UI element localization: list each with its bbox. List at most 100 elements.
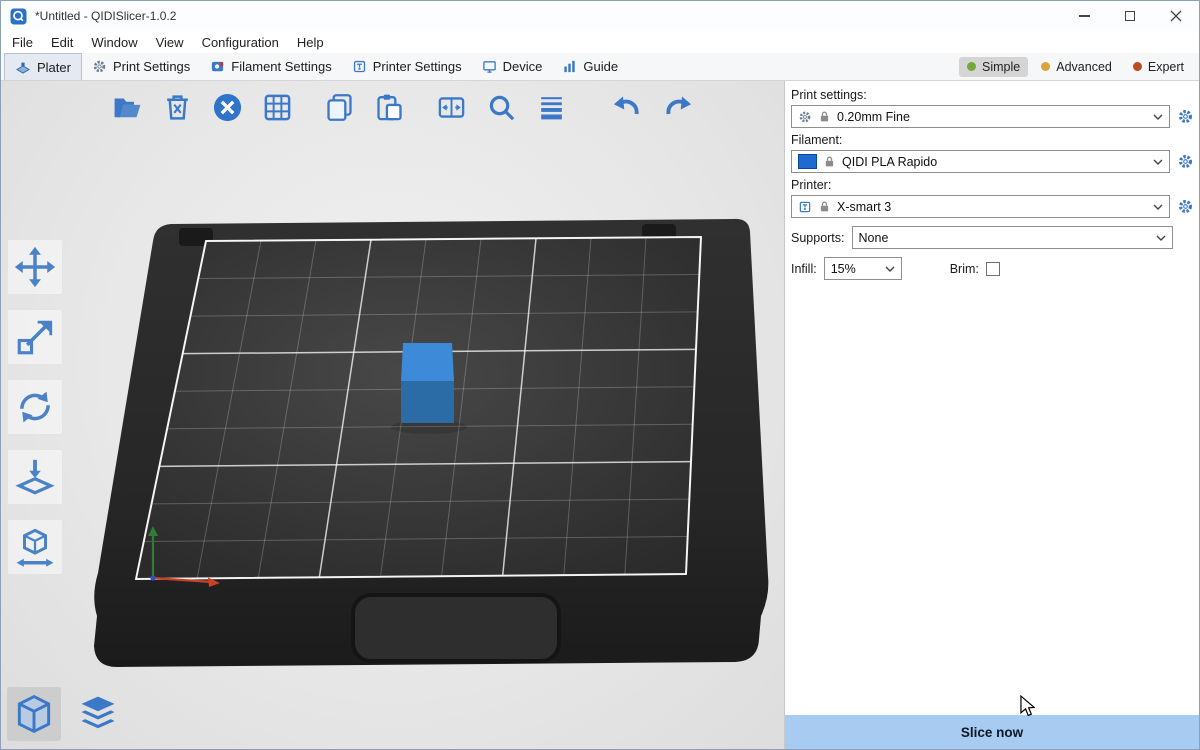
place-on-face-button[interactable]: [7, 449, 63, 505]
mode-label: Expert: [1148, 60, 1184, 74]
preview-view-button[interactable]: [71, 687, 125, 741]
menu-file[interactable]: File: [3, 35, 42, 50]
filament-color-swatch: [798, 154, 817, 169]
bed-scene[interactable]: [1, 81, 784, 749]
device-monitor-icon: [482, 59, 497, 74]
maximize-button[interactable]: [1107, 1, 1153, 31]
main-area: Print settings: 0.20mm Fine Filament:: [1, 81, 1199, 749]
tab-guide[interactable]: Guide: [552, 53, 628, 80]
gear-icon: [92, 59, 107, 74]
scale-button[interactable]: [7, 309, 63, 365]
brim-label: Brim:: [950, 262, 979, 276]
top-toolbar: [107, 87, 697, 127]
minimize-icon: [1079, 15, 1090, 16]
mode-simple[interactable]: Simple: [959, 57, 1028, 77]
filament-label: Filament:: [791, 133, 1195, 147]
delete-trash-icon: [162, 92, 193, 123]
menu-configuration[interactable]: Configuration: [193, 35, 288, 50]
lock-icon: [818, 110, 831, 123]
gear-icon: [1177, 198, 1194, 215]
menu-edit[interactable]: Edit: [42, 35, 82, 50]
split-icon: [436, 92, 467, 123]
lock-icon: [823, 155, 836, 168]
menu-bar: File Edit Window View Configuration Help: [1, 31, 1199, 53]
chevron-down-icon: [885, 266, 895, 272]
chevron-down-icon: [1153, 159, 1163, 165]
infill-combo[interactable]: 15%: [824, 257, 902, 280]
height-range-icon: [14, 526, 56, 568]
chevron-down-icon: [1153, 114, 1163, 120]
tab-label: Printer Settings: [373, 59, 462, 74]
print-settings-combo[interactable]: 0.20mm Fine: [791, 105, 1170, 128]
tab-label: Guide: [583, 59, 618, 74]
move-button[interactable]: [7, 239, 63, 295]
printer-icon: [352, 59, 367, 74]
scale-icon: [14, 316, 56, 358]
undo-button[interactable]: [607, 87, 647, 127]
arrange-button[interactable]: [257, 87, 297, 127]
split-button[interactable]: [431, 87, 471, 127]
filament-gear-button[interactable]: [1175, 152, 1195, 172]
menu-window[interactable]: Window: [82, 35, 146, 50]
redo-button[interactable]: [657, 87, 697, 127]
left-toolbar: [7, 239, 63, 575]
tab-label: Plater: [37, 60, 71, 75]
variable-layer-height-button[interactable]: [531, 87, 571, 127]
mode-advanced[interactable]: Advanced: [1033, 57, 1120, 77]
close-button[interactable]: [1153, 1, 1199, 31]
printer-gear-button[interactable]: [1175, 197, 1195, 217]
tab-bar: Plater Print Settings Filament Settings …: [1, 53, 1199, 81]
copy-button[interactable]: [319, 87, 359, 127]
tab-plater[interactable]: Plater: [4, 53, 82, 80]
move-icon: [14, 246, 56, 288]
mode-label: Simple: [982, 60, 1020, 74]
tab-printer-settings[interactable]: Printer Settings: [342, 53, 472, 80]
viewport-3d[interactable]: [1, 81, 784, 749]
menu-view[interactable]: View: [147, 35, 193, 50]
tab-print-settings[interactable]: Print Settings: [82, 53, 200, 80]
printer-combo[interactable]: X-smart 3: [791, 195, 1170, 218]
open-button[interactable]: [107, 87, 147, 127]
rotate-button[interactable]: [7, 379, 63, 435]
window-controls: [1061, 1, 1199, 31]
supports-combo[interactable]: None: [852, 226, 1173, 249]
editor-view-button[interactable]: [7, 687, 61, 741]
titlebar[interactable]: *Untitled - QIDISlicer-1.0.2: [1, 1, 1199, 31]
app-icon: [10, 8, 27, 25]
rotate-icon: [14, 386, 56, 428]
delete-all-icon: [212, 92, 243, 123]
search-icon: [486, 92, 517, 123]
infill-label: Infill:: [791, 262, 817, 276]
filament-combo[interactable]: QIDI PLA Rapido: [791, 150, 1170, 173]
supports-label: Supports:: [791, 231, 845, 245]
delete-all-button[interactable]: [207, 87, 247, 127]
printer-value: X-smart 3: [837, 200, 891, 214]
brim-checkbox[interactable]: [986, 262, 1000, 276]
search-button[interactable]: [481, 87, 521, 127]
filament-spool-icon: [210, 59, 225, 74]
gear-icon: [1177, 153, 1194, 170]
tab-filament-settings[interactable]: Filament Settings: [200, 53, 341, 80]
gear-icon: [1177, 108, 1194, 125]
height-range-button[interactable]: [7, 519, 63, 575]
mode-expert[interactable]: Expert: [1125, 57, 1192, 77]
open-folder-icon: [112, 92, 143, 123]
infill-value: 15%: [831, 262, 856, 276]
paste-button[interactable]: [369, 87, 409, 127]
preview-layers-icon: [76, 692, 120, 736]
printer-icon: [798, 200, 812, 214]
tab-device[interactable]: Device: [472, 53, 553, 80]
tab-label: Print Settings: [113, 59, 190, 74]
delete-button[interactable]: [157, 87, 197, 127]
minimize-button[interactable]: [1061, 1, 1107, 31]
tab-label: Device: [503, 59, 543, 74]
plater-icon: [15, 59, 31, 75]
simple-mode-dot: [967, 62, 976, 71]
print-settings-label: Print settings:: [791, 88, 1195, 102]
slice-now-button[interactable]: Slice now: [785, 715, 1199, 749]
print-settings-gear-button[interactable]: [1175, 107, 1195, 127]
arrange-grid-icon: [262, 92, 293, 123]
undo-icon: [612, 92, 643, 123]
menu-help[interactable]: Help: [288, 35, 333, 50]
editor-view-cube-icon: [12, 692, 56, 736]
